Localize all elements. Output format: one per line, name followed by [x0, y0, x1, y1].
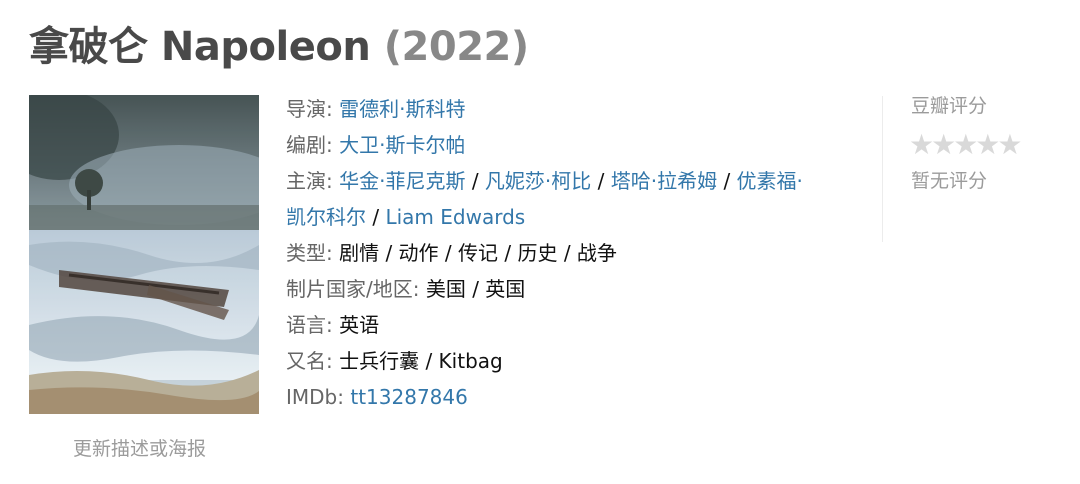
- star-rating-icon: ★★★★★: [909, 128, 1023, 161]
- genre-label: 类型: [286, 241, 326, 265]
- cast-link[interactable]: 优素福·: [737, 169, 803, 193]
- director-link[interactable]: 雷德利·斯科特: [339, 97, 465, 121]
- writer-row: 编剧: 大卫·斯卡尔帕: [286, 133, 466, 157]
- rating-title: 豆瓣评分: [911, 95, 988, 117]
- movie-title: 拿破仑 Napoleon: [29, 24, 371, 70]
- imdb-row: IMDb: tt13287846: [286, 385, 468, 409]
- aka-label: 又名: [286, 349, 326, 373]
- movie-year: (2022): [383, 24, 529, 70]
- movie-info: 导演: 雷德利·斯科特 编剧: 大卫·斯卡尔帕 主演: 华金·菲尼克斯 / 凡妮…: [286, 91, 851, 415]
- update-poster-link[interactable]: 更新描述或海报: [73, 434, 206, 461]
- region-label: 制片国家/地区: [286, 277, 413, 301]
- cast-link[interactable]: 华金·菲尼克斯: [339, 169, 465, 193]
- rating-divider: [882, 96, 883, 242]
- genre-value: 剧情 / 动作 / 传记 / 历史 / 战争: [339, 241, 617, 265]
- cast-label: 主演: [286, 169, 326, 193]
- aka-row: 又名: 士兵行囊 / Kitbag: [286, 349, 503, 373]
- director-label: 导演: [286, 97, 326, 121]
- language-label: 语言: [286, 313, 326, 337]
- region-value: 美国 / 英国: [425, 277, 526, 301]
- page-title: 拿破仑 Napoleon (2022): [29, 14, 529, 72]
- cast-link[interactable]: 凯尔科尔: [286, 205, 366, 229]
- imdb-link[interactable]: tt13287846: [350, 385, 467, 409]
- region-row: 制片国家/地区: 美国 / 英国: [286, 277, 526, 301]
- cast-row-continued: 凯尔科尔 / Liam Edwards: [286, 205, 526, 229]
- writer-label: 编剧: [286, 133, 326, 157]
- language-value: 英语: [339, 313, 380, 337]
- cast-link[interactable]: 凡妮莎·柯比: [485, 169, 591, 193]
- language-row: 语言: 英语: [286, 313, 380, 337]
- cast-link[interactable]: Liam Edwards: [385, 205, 525, 229]
- movie-poster[interactable]: [29, 95, 259, 414]
- no-rating-text: 暂无评分: [911, 170, 988, 192]
- writer-link[interactable]: 大卫·斯卡尔帕: [339, 133, 465, 157]
- genre-row: 类型: 剧情 / 动作 / 传记 / 历史 / 战争: [286, 241, 617, 265]
- aka-value: 士兵行囊 / Kitbag: [339, 349, 503, 373]
- cast-link[interactable]: 塔哈·拉希姆: [611, 169, 717, 193]
- poster-image: [29, 95, 259, 414]
- director-row: 导演: 雷德利·斯科特: [286, 97, 466, 121]
- imdb-label: IMDb: [286, 385, 338, 409]
- cast-row: 主演: 华金·菲尼克斯 / 凡妮莎·柯比 / 塔哈·拉希姆 / 优素福·: [286, 169, 803, 193]
